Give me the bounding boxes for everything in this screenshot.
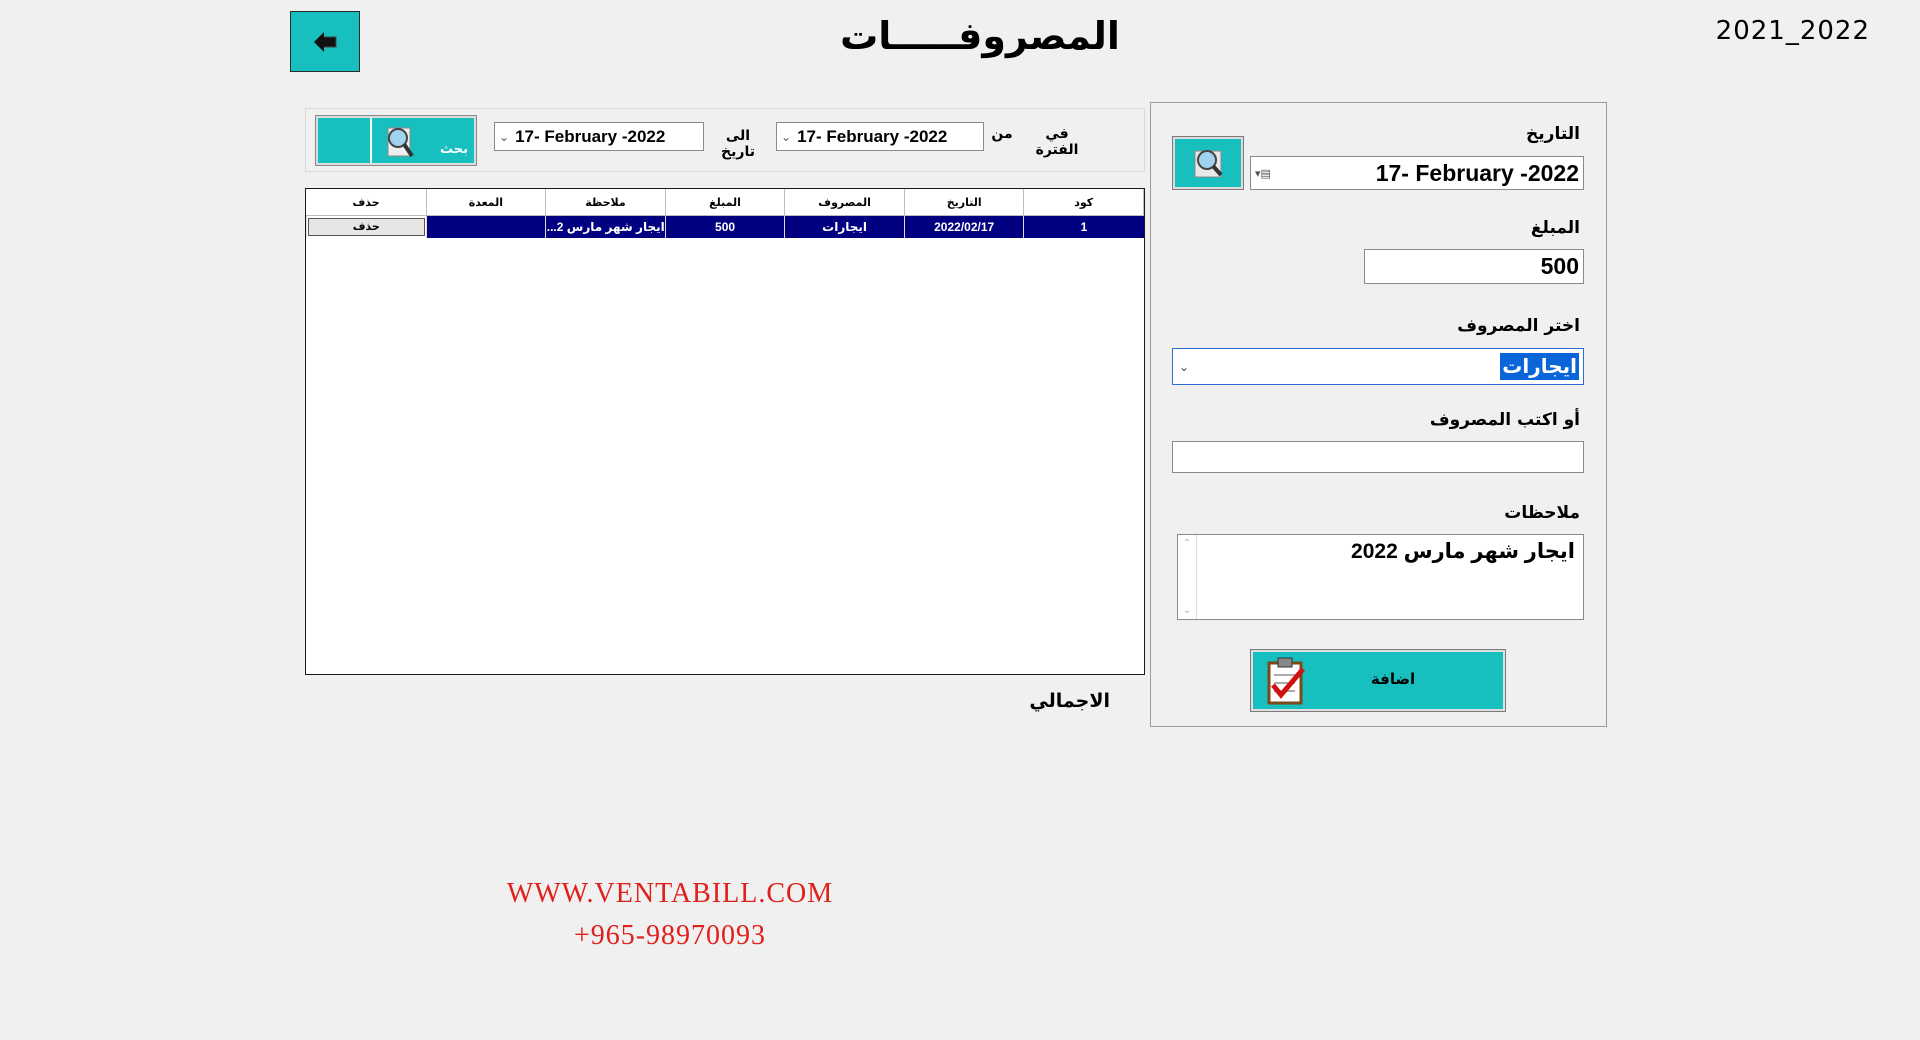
website-text: WWW.VENTABILL.COM (506, 878, 834, 909)
phone-text: +965-98970093 (573, 920, 767, 951)
notes-text: ايجار شهر مارس 2022 (1351, 540, 1575, 563)
date-label: التاريخ (1526, 124, 1580, 144)
cell-amount[interactable]: 500 (664, 215, 785, 238)
expense-category-select[interactable]: ⌄ ايجارات (1172, 348, 1584, 385)
amount-label: المبلغ (1530, 218, 1580, 238)
col-header-note[interactable]: ملاحظة (545, 189, 666, 216)
clipboard-check-icon (1267, 657, 1305, 705)
scroll-up-icon[interactable]: ⌃ (1183, 538, 1191, 549)
back-arrow-icon (314, 31, 337, 52)
from-date-picker[interactable]: ⌄ 17- February -2022 (776, 122, 984, 151)
notes-textarea[interactable]: ⌃ ⌄ ايجار شهر مارس 2022 (1177, 534, 1584, 620)
expenses-grid: كود التاريخ المصروف المبلغ ملاحظة المعدة… (305, 188, 1145, 675)
date-picker-value: 17- February -2022 (1375, 159, 1579, 186)
choose-expense-label: اختر المصروف (1457, 316, 1580, 336)
date-lookup-button[interactable] (1173, 137, 1243, 189)
add-button-label: اضافة (1370, 670, 1416, 688)
cell-note[interactable]: ايجار شهر مارس 2... (545, 215, 666, 238)
chevron-down-icon: ⌄ (499, 129, 510, 144)
search-button-label: بحث (439, 142, 468, 157)
back-button[interactable] (290, 11, 360, 72)
from-label: من (991, 126, 1013, 142)
notes-scrollbar[interactable]: ⌃ ⌄ (1178, 535, 1197, 619)
cell-code[interactable]: 1 (1023, 215, 1144, 238)
cell-prepared[interactable] (425, 215, 546, 238)
expense-category-value: ايجارات (1500, 353, 1579, 380)
col-header-delete[interactable]: حذف (306, 189, 427, 216)
search-button[interactable]: بحث (316, 116, 476, 165)
to-date-label: الى تاريخ (721, 128, 755, 160)
fiscal-year-label: 2021_2022 (1715, 16, 1870, 46)
custom-expense-input[interactable] (1172, 441, 1584, 473)
period-label: في الفترة (1035, 126, 1079, 158)
expenses-table: كود التاريخ المصروف المبلغ ملاحظة المعدة… (306, 189, 1144, 238)
col-header-expense[interactable]: المصروف (784, 189, 905, 216)
col-header-amount[interactable]: المبلغ (665, 189, 786, 216)
col-header-prepared[interactable]: المعدة (426, 189, 547, 216)
date-picker[interactable]: ▾▤ 17- February -2022 (1250, 156, 1584, 190)
chevron-down-icon: ⌄ (1179, 359, 1190, 374)
page-title: المصروفـــــات (840, 14, 1120, 58)
search-button-divider (370, 118, 372, 163)
calendar-dropdown-icon: ▾▤ (1255, 167, 1271, 180)
amount-input[interactable]: 500 (1364, 249, 1584, 284)
magnifier-icon (387, 127, 414, 158)
table-header-row: كود التاريخ المصروف المبلغ ملاحظة المعدة… (306, 189, 1144, 216)
total-label: الاجمالي (1029, 690, 1110, 712)
scroll-down-icon[interactable]: ⌄ (1183, 605, 1191, 616)
cell-expense[interactable]: ايجارات (784, 215, 905, 238)
notes-label: ملاحظات (1504, 503, 1580, 523)
add-expense-button[interactable]: اضافة (1251, 650, 1505, 711)
chevron-down-icon: ⌄ (781, 129, 792, 144)
cell-delete: حذف (306, 215, 427, 238)
cell-date[interactable]: 2022/02/17 (903, 215, 1024, 238)
to-date-value: 17- February -2022 (515, 126, 666, 146)
delete-row-button[interactable]: حذف (308, 218, 425, 236)
table-row[interactable]: 1 2022/02/17 ايجارات 500 ايجار شهر مارس … (306, 215, 1144, 238)
magnifier-icon (1194, 150, 1223, 178)
write-expense-label: أو اكتب المصروف (1429, 410, 1580, 430)
from-date-value: 17- February -2022 (797, 126, 948, 146)
col-header-code[interactable]: كود (1023, 189, 1144, 216)
col-header-date[interactable]: التاريخ (904, 189, 1025, 216)
to-date-picker[interactable]: ⌄ 17- February -2022 (494, 122, 704, 151)
